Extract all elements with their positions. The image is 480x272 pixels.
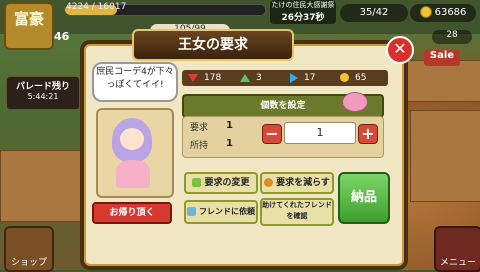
confirm-friends-button[interactable]: 助けてくれたフレンドを確認: [260, 198, 334, 226]
gold-coin-icon: [340, 73, 349, 82]
reduce-request-button[interactable]: 要求を減らす: [260, 172, 334, 194]
resource-value: 65: [355, 73, 367, 83]
resource-value: 17: [304, 73, 316, 83]
increase-button[interactable]: +: [358, 124, 378, 144]
quantity-field[interactable]: 1: [284, 122, 356, 144]
pig-icon: [342, 92, 368, 112]
event-timer[interactable]: たけの住民大感謝祭 26分37秒: [270, 0, 336, 24]
rank-badge[interactable]: 富豪: [4, 2, 54, 50]
sale-sign[interactable]: Sale: [424, 50, 460, 66]
change-icon: [192, 178, 202, 187]
reduce-request-label: 要求を減らす: [276, 178, 330, 188]
xp-text: 4224 / 16017: [66, 2, 127, 12]
menu-button[interactable]: メニュー: [434, 226, 480, 272]
red-gem-icon: [188, 73, 198, 82]
level-number: 46: [54, 30, 70, 43]
request-value: 1: [226, 120, 233, 131]
resource-red: 178: [188, 70, 221, 86]
send-home-button[interactable]: お帰り頂く: [92, 202, 172, 224]
close-icon[interactable]: ✕: [386, 36, 414, 64]
gem-counter[interactable]: 28: [432, 30, 472, 44]
storage-counter[interactable]: 35/42: [340, 4, 408, 22]
resource-blue: 17: [290, 70, 315, 86]
resource-value: 3: [256, 73, 262, 83]
green-gem-icon: [240, 73, 250, 82]
coin-counter[interactable]: 63686: [410, 4, 476, 22]
shop-building: [0, 150, 82, 222]
parade-label: パレード残り: [15, 82, 70, 92]
parade-time: 5:44:21: [27, 92, 59, 101]
shop-building: [410, 110, 480, 202]
princess-face: [120, 128, 144, 150]
menu-label: メニュー: [439, 258, 476, 268]
ask-friend-button[interactable]: フレンドに依頼: [184, 200, 258, 224]
coin-icon: [419, 6, 432, 18]
coin-value: 63686: [434, 7, 467, 18]
resource-green: 3: [240, 70, 262, 86]
minus-icon: [264, 178, 274, 187]
speech-bubble: 庶民コーデ4が下々っぽくてイイ!: [92, 62, 178, 102]
resource-row: 178 3 17 65: [182, 70, 388, 86]
event-time: 26分37秒: [281, 13, 325, 23]
decrease-button[interactable]: −: [262, 124, 282, 144]
owned-label: 所持: [190, 141, 209, 151]
ask-friend-label: フレンドに依頼: [199, 207, 255, 216]
shop-building: [400, 60, 480, 102]
shop-label: ショップ: [10, 258, 47, 268]
friend-icon: [187, 207, 196, 216]
parade-timer[interactable]: パレード残り 5:44:21: [6, 76, 80, 110]
deliver-button[interactable]: 納品: [338, 172, 390, 224]
blue-arrow-icon: [290, 72, 298, 83]
dialog-title: 王女の要求: [178, 37, 248, 53]
shop-button[interactable]: ショップ: [4, 226, 54, 272]
event-name: たけの住民大感謝祭: [271, 1, 335, 9]
princess-dress: [116, 160, 150, 188]
resource-value: 178: [204, 73, 222, 83]
rank-label: 富豪: [13, 10, 44, 28]
resource-gold: 65: [340, 70, 366, 86]
owned-value: 1: [226, 138, 233, 149]
request-label: 要求: [190, 123, 209, 133]
change-request-button[interactable]: 要求の変更: [184, 172, 258, 194]
change-request-label: 要求の変更: [204, 178, 250, 188]
